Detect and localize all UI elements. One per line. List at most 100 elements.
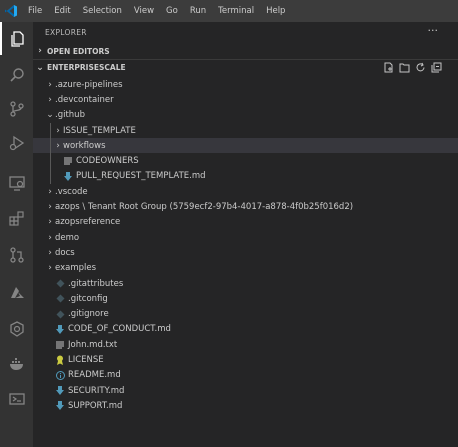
tree-file-item[interactable]: SUPPORT.md (33, 398, 458, 413)
collapse-all-icon[interactable] (431, 62, 442, 73)
tree-item-label: PULL_REQUEST_TEMPLATE.md (76, 171, 206, 182)
remote-explorer-icon[interactable] (0, 166, 33, 199)
tree-item-label: .github (55, 110, 85, 121)
tree-folder-item[interactable]: › docs (33, 245, 458, 260)
kubernetes-icon[interactable] (0, 312, 33, 345)
chevron-right-icon: › (56, 140, 60, 151)
chevron-right-icon: › (48, 79, 52, 90)
chevron-right-icon: › (48, 263, 52, 274)
menu-go[interactable]: Go (160, 0, 184, 22)
tree-folder-item[interactable]: › .azure-pipelines (33, 77, 458, 92)
tree-item-label: .vscode (55, 186, 88, 197)
indent-guide (50, 122, 51, 185)
tree-item-label: azopsreference (55, 217, 121, 228)
tree-item-label: demo (55, 232, 80, 243)
menu-view[interactable]: View (128, 0, 160, 22)
git-file-icon (55, 309, 65, 319)
menu-file[interactable]: File (22, 0, 48, 22)
open-editors-header[interactable]: › OPEN EDITORS (33, 43, 458, 60)
menu-edit[interactable]: Edit (48, 0, 76, 22)
chevron-right-icon: › (48, 202, 52, 213)
tree-folder-item[interactable]: › ISSUE_TEMPLATE (33, 123, 458, 138)
tree-file-item[interactable]: SECURITY.md (33, 383, 458, 398)
menu-terminal[interactable]: Terminal (212, 0, 260, 22)
file-tree: › .azure-pipelines › .devcontainer ⌄ .github ›… (33, 77, 458, 414)
tree-file-item[interactable]: .gitattributes (33, 276, 458, 291)
chevron-right-icon: › (48, 232, 52, 243)
tree-item-label: azops \ Tenant Root Group (5759ecf2-97b4… (55, 202, 354, 213)
new-folder-icon[interactable] (399, 62, 410, 73)
tree-folder-item[interactable]: › examples (33, 261, 458, 276)
git-file-icon (55, 279, 65, 289)
chevron-right-icon: › (56, 125, 60, 136)
azure-icon[interactable] (0, 276, 33, 309)
tree-item-label: LICENSE (68, 354, 104, 365)
chevron-right-icon: › (48, 94, 52, 105)
more-actions-icon[interactable]: ··· (428, 24, 439, 37)
tree-item-label: .gitignore (68, 309, 109, 320)
chevron-right-icon: › (48, 186, 52, 197)
powershell-icon[interactable] (0, 382, 33, 415)
tree-item-label: README.md (68, 370, 121, 381)
tree-item-label: SUPPORT.md (68, 400, 123, 411)
chevron-right-icon: › (38, 46, 42, 56)
workspace-label: ENTERPRISESCALE (47, 63, 126, 72)
tree-item-label: ISSUE_TEMPLATE (63, 125, 136, 136)
markdown-file-icon (55, 386, 65, 396)
extensions-icon[interactable] (0, 201, 33, 234)
chevron-down-icon: ⌄ (36, 62, 44, 73)
vscode-logo-icon (0, 0, 22, 22)
text-file-icon (63, 156, 73, 166)
git-file-icon (55, 294, 65, 304)
workspace-header[interactable]: ⌄ ENTERPRISESCALE (33, 59, 458, 76)
explorer-sidebar: EXPLORER ··· › OPEN EDITORS ⌄ ENTERPRISE… (33, 22, 458, 447)
tree-file-item[interactable]: LICENSE (33, 352, 458, 367)
menu-bar: File Edit Selection View Go Run Terminal… (22, 0, 291, 22)
menu-help[interactable]: Help (260, 0, 291, 22)
tree-item-label: docs (55, 247, 75, 258)
tree-item-label: workflows (63, 140, 106, 151)
tree-file-item[interactable]: CODEOWNERS (33, 153, 458, 168)
docker-icon[interactable] (0, 347, 33, 380)
tree-folder-item[interactable]: › azops \ Tenant Root Group (5759ecf2-97b… (33, 199, 458, 214)
tree-item-label: John.md.txt (68, 339, 118, 350)
open-editors-label: OPEN EDITORS (47, 46, 110, 56)
tree-file-item[interactable]: PULL_REQUEST_TEMPLATE.md (33, 169, 458, 184)
tree-folder-item[interactable]: › .vscode (33, 184, 458, 199)
tree-item-label: SECURITY.md (68, 385, 125, 396)
chevron-down-icon: ⌄ (46, 110, 54, 121)
tree-folder-item[interactable]: › azopsreference (33, 215, 458, 230)
tree-file-item[interactable]: John.md.txt (33, 337, 458, 352)
tree-file-item[interactable]: .gitconfig (33, 291, 458, 306)
markdown-file-icon (55, 324, 65, 334)
tree-folder-item[interactable]: › .devcontainer (33, 92, 458, 107)
chevron-right-icon: › (48, 217, 52, 228)
source-control-icon[interactable] (0, 92, 33, 125)
activity-bar (0, 22, 33, 447)
pull-requests-icon[interactable] (0, 238, 33, 271)
license-file-icon (55, 355, 65, 365)
menu-run[interactable]: Run (184, 0, 212, 22)
search-icon[interactable] (0, 58, 33, 91)
markdown-file-icon (55, 401, 65, 411)
refresh-icon[interactable] (415, 62, 426, 73)
tree-file-item[interactable]: CODE_OF_CONDUCT.md (33, 322, 458, 337)
tree-item-label: .gitattributes (68, 278, 124, 289)
tree-item-label: CODEOWNERS (76, 156, 139, 167)
tree-item-label: .gitconfig (68, 293, 108, 304)
tree-file-item[interactable]: .gitignore (33, 306, 458, 321)
title-bar: File Edit Selection View Go Run Terminal… (0, 0, 458, 22)
tree-folder-item[interactable]: ⌄ .github (33, 108, 458, 123)
tree-folder-item[interactable]: › workflows (33, 138, 458, 154)
tree-folder-item[interactable]: › demo (33, 230, 458, 245)
explorer-title: EXPLORER (45, 28, 87, 37)
run-debug-icon[interactable] (0, 126, 33, 159)
tree-item-label: .devcontainer (55, 94, 114, 105)
menu-selection[interactable]: Selection (77, 0, 128, 22)
new-file-icon[interactable] (383, 62, 394, 73)
tree-item-label: .azure-pipelines (55, 79, 123, 90)
tree-file-item[interactable]: README.md (33, 368, 458, 383)
info-file-icon (55, 370, 65, 380)
markdown-file-icon (63, 171, 73, 181)
explorer-icon[interactable] (0, 22, 33, 55)
